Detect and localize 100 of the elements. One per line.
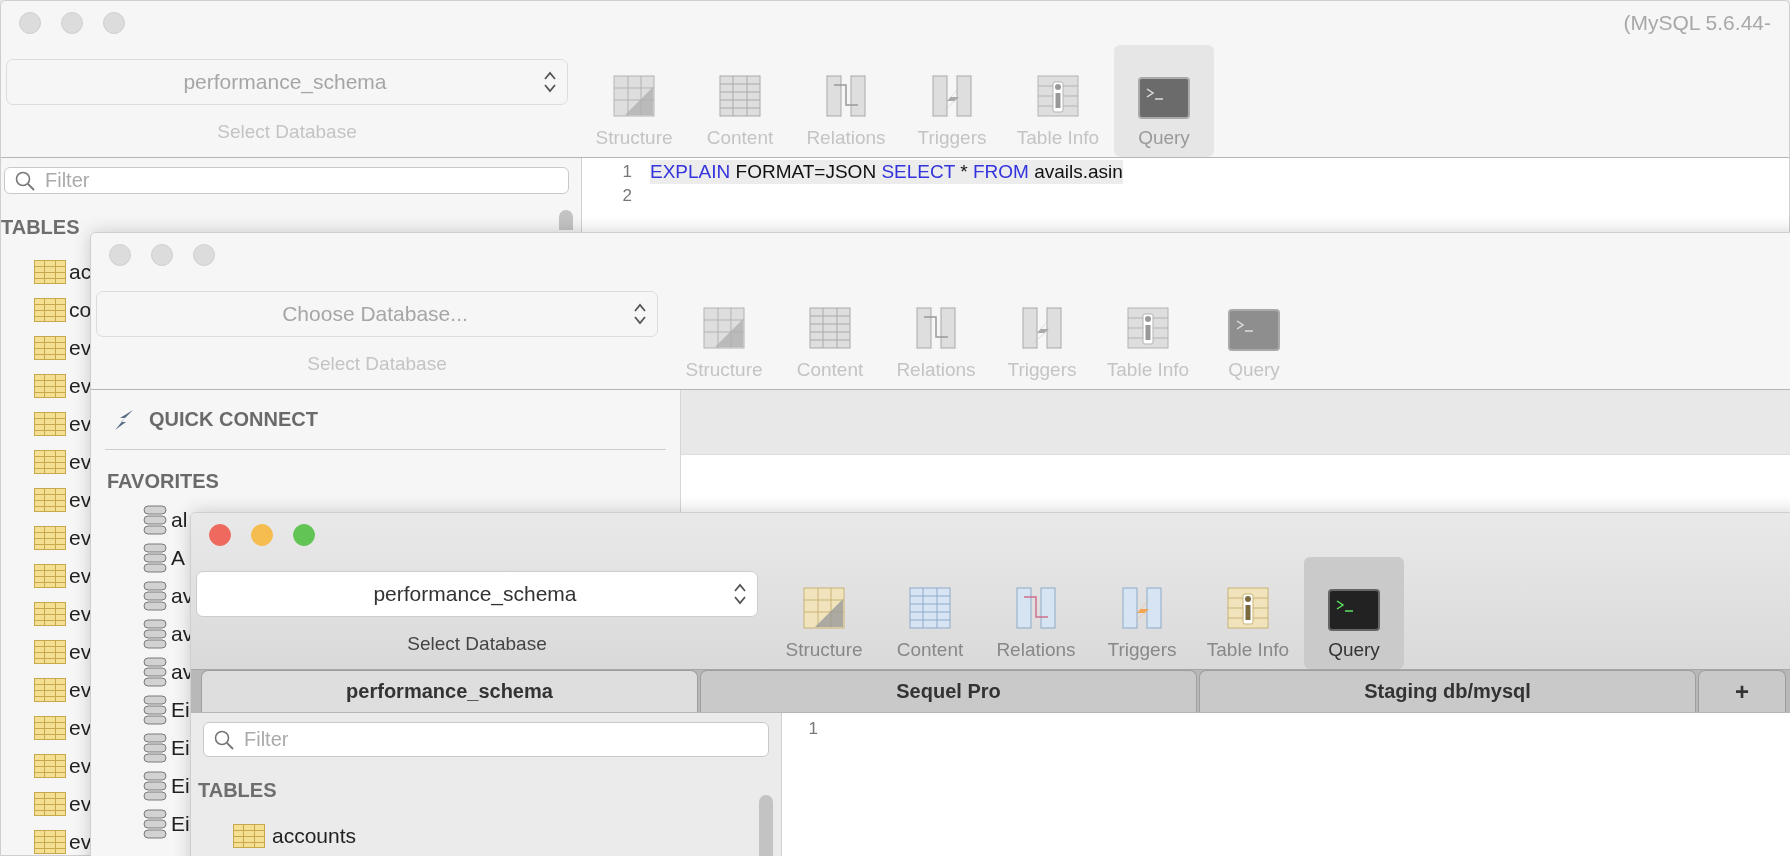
table-name[interactable]: ev bbox=[69, 830, 92, 854]
database-icon bbox=[143, 809, 167, 839]
toolbar-button[interactable]: Query bbox=[1304, 557, 1404, 669]
dropdown-caption: Select Database bbox=[407, 633, 547, 655]
table-icon bbox=[34, 412, 66, 436]
favorite-name[interactable]: Ei bbox=[171, 736, 190, 760]
table-icon bbox=[34, 602, 66, 626]
linked-columns-icon bbox=[913, 305, 959, 351]
table-name[interactable]: ev bbox=[69, 336, 92, 360]
table-icon bbox=[34, 260, 66, 284]
lightning-icon bbox=[113, 408, 135, 431]
filter-field[interactable]: Filter bbox=[203, 722, 769, 757]
favorite-name[interactable]: Ei bbox=[171, 774, 190, 798]
zoom-button[interactable] bbox=[293, 524, 315, 546]
up-down-chevron-icon bbox=[733, 582, 747, 606]
table-name[interactable]: ev bbox=[69, 602, 92, 626]
database-icon bbox=[143, 695, 167, 725]
table-name[interactable]: ev bbox=[69, 564, 92, 588]
database-icon bbox=[143, 733, 167, 763]
filter-input[interactable]: Filter bbox=[242, 727, 758, 752]
favorite-name[interactable]: Ei bbox=[171, 698, 190, 722]
minimize-button[interactable] bbox=[251, 524, 273, 546]
filter-input[interactable]: Filter bbox=[43, 168, 558, 193]
search-icon bbox=[15, 170, 35, 191]
table-icon bbox=[34, 830, 66, 854]
info-icon bbox=[1035, 73, 1081, 119]
table-icon bbox=[34, 526, 66, 550]
table-name[interactable]: ev bbox=[69, 526, 92, 550]
database-icon bbox=[143, 771, 167, 801]
table-name[interactable]: ev bbox=[69, 374, 92, 398]
tab[interactable]: performance_schema bbox=[201, 670, 698, 712]
lightning-columns-icon bbox=[929, 73, 975, 119]
terminal-icon bbox=[1328, 589, 1380, 631]
table-icon bbox=[34, 336, 66, 360]
up-down-chevron-icon bbox=[633, 302, 647, 326]
table-ruler-icon bbox=[801, 585, 847, 631]
linked-columns-icon bbox=[1013, 585, 1059, 631]
window-title: (MySQL 5.6.44- bbox=[1623, 11, 1771, 35]
table-icon bbox=[34, 792, 66, 816]
quick-connect-heading[interactable]: QUICK CONNECT bbox=[149, 408, 318, 431]
tab[interactable]: Sequel Pro bbox=[700, 670, 1197, 712]
favorite-name[interactable]: Ei bbox=[171, 812, 190, 836]
terminal-icon bbox=[1228, 309, 1280, 351]
database-icon bbox=[143, 505, 167, 535]
table-name[interactable]: ev bbox=[69, 678, 92, 702]
line-number: 1 bbox=[622, 161, 632, 183]
table-name[interactable]: ev bbox=[69, 792, 92, 816]
line-number: 1 bbox=[808, 718, 818, 740]
info-icon bbox=[1125, 305, 1171, 351]
minimize-button[interactable] bbox=[61, 12, 83, 34]
table-grid-icon bbox=[807, 305, 853, 351]
close-button[interactable] bbox=[19, 12, 41, 34]
lightning-columns-icon bbox=[1119, 585, 1165, 631]
table-icon bbox=[34, 488, 66, 512]
search-icon bbox=[214, 729, 234, 750]
favorite-name[interactable]: A bbox=[171, 546, 185, 570]
database-icon bbox=[143, 619, 167, 649]
close-button[interactable] bbox=[109, 244, 131, 266]
scrollbar-thumb[interactable] bbox=[559, 210, 573, 230]
database-icon bbox=[143, 581, 167, 611]
favorite-name[interactable]: al bbox=[171, 508, 188, 532]
section-heading: TABLES bbox=[198, 779, 277, 802]
line-number: 2 bbox=[622, 185, 632, 207]
table-name[interactable]: ev bbox=[69, 640, 92, 664]
zoom-button[interactable] bbox=[193, 244, 215, 266]
table-ruler-icon bbox=[701, 305, 747, 351]
table-name[interactable]: ac bbox=[69, 260, 92, 284]
section-heading: FAVORITES bbox=[107, 470, 220, 493]
lightning-columns-icon bbox=[1019, 305, 1065, 351]
database-icon bbox=[143, 543, 167, 573]
filter-field[interactable]: Filter bbox=[4, 167, 569, 194]
table-name[interactable]: ev bbox=[69, 450, 92, 474]
table-icon bbox=[34, 374, 66, 398]
linked-columns-icon bbox=[823, 73, 869, 119]
table-icon bbox=[34, 564, 66, 588]
database-dropdown[interactable]: performance_schema bbox=[196, 571, 758, 617]
zoom-button[interactable] bbox=[103, 12, 125, 34]
table-name[interactable]: ev bbox=[69, 754, 92, 778]
database-icon bbox=[143, 657, 167, 687]
table-name[interactable]: ev bbox=[69, 412, 92, 436]
close-button[interactable] bbox=[209, 524, 231, 546]
table-grid-icon bbox=[907, 585, 953, 631]
table-icon bbox=[34, 678, 66, 702]
table-ruler-icon bbox=[611, 73, 657, 119]
minimize-button[interactable] bbox=[151, 244, 173, 266]
add-tab-button[interactable]: + bbox=[1698, 670, 1786, 712]
table-name[interactable]: ev bbox=[69, 716, 92, 740]
up-down-chevron-icon bbox=[543, 70, 557, 94]
table-icon bbox=[34, 640, 66, 664]
tab[interactable]: Staging db/mysql bbox=[1199, 670, 1696, 712]
table-grid-icon bbox=[717, 73, 763, 119]
section-heading: TABLES bbox=[1, 216, 80, 239]
table-name[interactable]: accounts bbox=[272, 824, 357, 848]
table-icon bbox=[34, 298, 66, 322]
table-icon bbox=[34, 716, 66, 740]
table-name[interactable]: ev bbox=[69, 488, 92, 512]
info-icon bbox=[1225, 585, 1271, 631]
table-icon bbox=[34, 754, 66, 778]
table-icon bbox=[233, 824, 265, 848]
table-name[interactable]: co bbox=[69, 298, 92, 322]
